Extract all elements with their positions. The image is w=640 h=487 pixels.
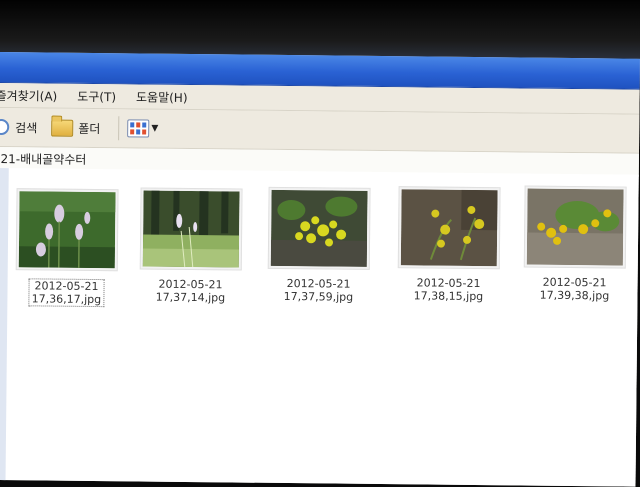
- file-name-time: 17,36,17,jpg: [32, 292, 102, 306]
- chevron-down-icon: ▼: [151, 124, 158, 134]
- file-name-time: 17,37,14,jpg: [156, 291, 226, 305]
- file-name[interactable]: 2012-05-21 17,37,14,jpg: [154, 278, 228, 305]
- file-name-time: 17,37,59,jpg: [284, 290, 354, 304]
- search-icon: [0, 119, 9, 135]
- menu-tools[interactable]: 도구(T): [77, 87, 116, 104]
- thumbnail-frame: [524, 186, 627, 269]
- file-name-time: 17,39,38,jpg: [540, 289, 610, 303]
- left-task-pane-edge: [0, 168, 9, 480]
- file-item-1[interactable]: 2012-05-21 17,36,17,jpg: [11, 188, 122, 307]
- thumbnail-image: [401, 189, 498, 266]
- toolbar-separator: [118, 116, 119, 140]
- toolbar: 검색 폴더 ▼: [0, 108, 639, 154]
- file-name-date: 2012-05-21: [156, 278, 226, 292]
- thumbnail-frame: [140, 187, 243, 270]
- views-button[interactable]: ▼: [127, 119, 158, 137]
- file-name[interactable]: 2012-05-21 17,37,59,jpg: [282, 277, 356, 304]
- views-icon: [127, 119, 149, 137]
- address-path: 521-배내골약수터: [0, 149, 86, 167]
- thumbnail-image: [527, 189, 624, 266]
- search-button[interactable]: 검색: [0, 118, 37, 135]
- thumbnail-frame: [398, 186, 501, 269]
- thumbnail-image: [271, 190, 368, 267]
- file-item-2[interactable]: 2012-05-21 17,37,14,jpg: [135, 187, 246, 305]
- file-item-3[interactable]: 2012-05-21 17,37,59,jpg: [263, 187, 374, 305]
- folder-icon: [51, 119, 73, 136]
- file-name-date: 2012-05-21: [284, 277, 354, 291]
- file-name[interactable]: 2012-05-21 17,39,38,jpg: [538, 276, 612, 303]
- thumbnail-image: [143, 191, 240, 268]
- thumbnail-frame: [16, 188, 119, 271]
- menu-favorites[interactable]: 즐겨찾기(A): [0, 86, 57, 104]
- thumbnail-image: [19, 191, 116, 268]
- thumbnail-frame: [268, 187, 371, 270]
- folders-button[interactable]: 폴더: [51, 119, 100, 137]
- file-name[interactable]: 2012-05-21 17,36,17,jpg: [29, 278, 105, 307]
- file-name-date: 2012-05-21: [540, 276, 610, 290]
- folders-button-label: 폴더: [78, 119, 100, 136]
- file-view: 2012-05-21 17,36,17,jpg 2012-05-21 17,37…: [0, 168, 639, 487]
- menu-help[interactable]: 도움말(H): [136, 88, 188, 106]
- file-name[interactable]: 2012-05-21 17,38,15,jpg: [412, 276, 486, 303]
- search-button-label: 검색: [15, 119, 37, 136]
- file-name-time: 17,38,15,jpg: [414, 289, 484, 303]
- file-item-5[interactable]: 2012-05-21 17,39,38,jpg: [519, 185, 630, 303]
- explorer-window: 즐겨찾기(A) 도구(T) 도움말(H) 검색 폴더 ▼ 521-배내골약수터: [0, 52, 640, 487]
- file-name-date: 2012-05-21: [414, 276, 484, 290]
- file-item-4[interactable]: 2012-05-21 17,38,15,jpg: [393, 186, 504, 304]
- monitor-bezel: [0, 0, 640, 58]
- file-name-date: 2012-05-21: [32, 279, 102, 293]
